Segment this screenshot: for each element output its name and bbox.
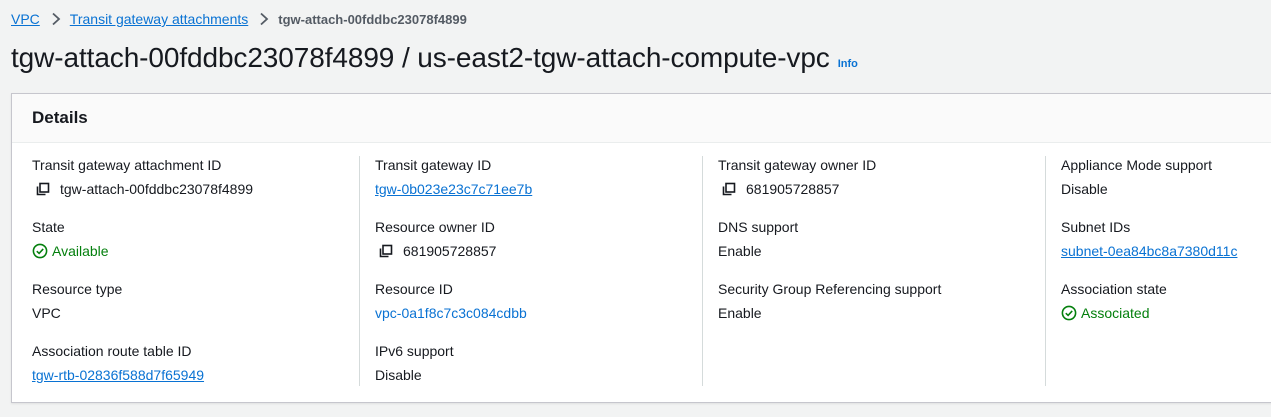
- field-label: Subnet IDs: [1061, 219, 1131, 235]
- details-column-2: Transit gateway ID tgw-0b023e23c7c71ee7b…: [359, 156, 702, 386]
- field-label: Resource type: [32, 281, 123, 297]
- field-resource-type: Resource type VPC: [32, 280, 359, 342]
- field-label: Resource ID: [375, 281, 453, 297]
- field-value: 681905728857: [746, 181, 840, 197]
- breadcrumb-vpc[interactable]: VPC: [11, 11, 40, 27]
- subnet-link[interactable]: subnet-0ea84bc8a7380d11c: [1061, 242, 1237, 260]
- field-label: Transit gateway owner ID: [718, 157, 877, 173]
- field-value: 681905728857: [403, 243, 497, 259]
- field-label: Security Group Referencing support: [718, 281, 942, 297]
- details-title: Details: [32, 108, 88, 127]
- field-label: Transit gateway ID: [375, 157, 492, 173]
- transit-gateway-link[interactable]: tgw-0b023e23c7c71ee7b: [375, 180, 532, 198]
- breadcrumb-transit-gateway-attachments[interactable]: Transit gateway attachments: [70, 11, 248, 27]
- status-value: Associated: [1081, 305, 1150, 321]
- field-dns-support: DNS support Enable: [718, 218, 1045, 280]
- field-security-group-referencing: Security Group Referencing support Enabl…: [718, 280, 1045, 342]
- field-label: Resource owner ID: [375, 219, 495, 235]
- field-value: tgw-attach-00fddbc23078f4899: [60, 181, 254, 197]
- field-association-state: Association state Associated: [1061, 280, 1271, 342]
- field-state: State Available: [32, 218, 359, 280]
- field-appliance-mode-support: Appliance Mode support Disable: [1061, 156, 1271, 218]
- field-label: Association route table ID: [32, 343, 192, 359]
- check-circle-icon: [1061, 305, 1077, 321]
- field-label: IPv6 support: [375, 343, 454, 359]
- field-resource-id: Resource ID vpc-0a1f8c7c3c084cdbb: [375, 280, 702, 342]
- field-value: Disable: [375, 367, 422, 383]
- chevron-right-icon: [51, 12, 61, 26]
- page-title: tgw-attach-00fddbc23078f4899 / us-east2-…: [11, 42, 830, 73]
- details-grid: Transit gateway attachment ID tgw-attach…: [12, 156, 1271, 386]
- breadcrumb-current: tgw-attach-00fddbc23078f4899: [278, 11, 467, 27]
- chevron-right-icon: [259, 12, 269, 26]
- details-column-3: Transit gateway owner ID 681905728857 DN…: [702, 156, 1045, 386]
- field-ipv6-support: IPv6 support Disable: [375, 342, 702, 404]
- details-column-1: Transit gateway attachment ID tgw-attach…: [12, 156, 359, 386]
- field-subnet-ids: Subnet IDs subnet-0ea84bc8a7380d11c: [1061, 218, 1271, 280]
- field-transit-gateway-owner-id: Transit gateway owner ID 681905728857: [718, 156, 1045, 218]
- page-header: tgw-attach-00fddbc23078f4899 / us-east2-…: [11, 42, 858, 74]
- field-label: DNS support: [718, 219, 799, 235]
- field-label: Appliance Mode support: [1061, 157, 1212, 173]
- field-resource-owner-id: Resource owner ID 681905728857: [375, 218, 702, 280]
- field-label: Association state: [1061, 281, 1167, 297]
- details-header: Details: [12, 94, 1271, 143]
- breadcrumb: VPC Transit gateway attachments tgw-atta…: [11, 9, 467, 29]
- copy-icon[interactable]: [721, 181, 737, 197]
- status-value: Available: [52, 243, 109, 259]
- copy-icon[interactable]: [378, 243, 394, 259]
- field-attachment-id: Transit gateway attachment ID tgw-attach…: [32, 156, 359, 218]
- field-label: Transit gateway attachment ID: [32, 157, 222, 173]
- field-association-route-table-id: Association route table ID tgw-rtb-02836…: [32, 342, 359, 404]
- copy-icon[interactable]: [35, 181, 51, 197]
- field-value: VPC: [32, 305, 61, 321]
- check-circle-icon: [32, 243, 48, 259]
- field-value: Disable: [1061, 181, 1108, 197]
- field-label: State: [32, 219, 65, 235]
- field-value: Enable: [718, 305, 762, 321]
- resource-id-link[interactable]: vpc-0a1f8c7c3c084cdbb: [375, 304, 527, 322]
- field-value: Enable: [718, 243, 762, 259]
- details-column-4: Appliance Mode support Disable Subnet ID…: [1045, 156, 1271, 386]
- details-panel: Details Transit gateway attachment ID tg…: [11, 93, 1271, 403]
- route-table-link[interactable]: tgw-rtb-02836f588d7f65949: [32, 366, 204, 384]
- info-link[interactable]: Info: [838, 58, 858, 70]
- field-transit-gateway-id: Transit gateway ID tgw-0b023e23c7c71ee7b: [375, 156, 702, 218]
